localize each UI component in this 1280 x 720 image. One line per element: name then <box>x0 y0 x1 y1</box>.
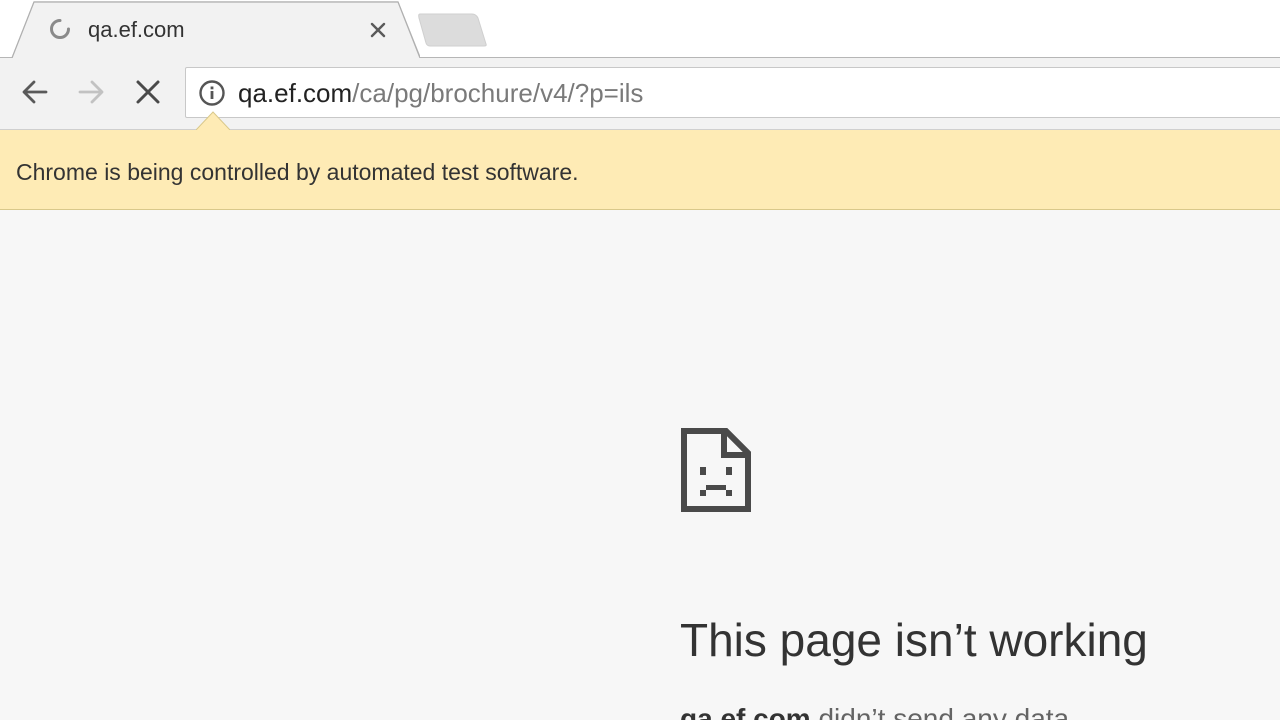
forward-button[interactable] <box>71 72 111 112</box>
back-button[interactable] <box>15 72 55 112</box>
error-detail-host: qa.ef.com <box>680 703 811 720</box>
url-text: qa.ef.com/ca/pg/brochure/v4/?p=ils <box>238 78 643 108</box>
tab-active[interactable]: qa.ef.com <box>30 2 408 58</box>
infobar-pointer <box>196 111 230 131</box>
tab-title: qa.ef.com <box>88 17 185 42</box>
address-bar[interactable]: qa.ef.com/ca/pg/brochure/v4/?p=ils <box>185 67 1280 118</box>
stop-button[interactable] <box>128 72 168 112</box>
url-path: /ca/pg/brochure/v4/?p=ils <box>352 78 644 108</box>
error-detail: qa.ef.com didn’t send any data. <box>680 702 1077 720</box>
infobar-message: Chrome is being controlled by automated … <box>16 159 579 185</box>
loading-spinner-icon <box>50 19 70 39</box>
tab-strip: qa.ef.com <box>0 0 1280 58</box>
error-title: This page isn’t working <box>680 614 1148 666</box>
arrow-forward-icon <box>78 80 104 104</box>
arrow-back-icon <box>22 80 48 104</box>
stop-icon <box>136 80 160 104</box>
automation-infobar: Chrome is being controlled by automated … <box>0 130 1280 210</box>
error-page: This page isn’t working qa.ef.com didn’t… <box>0 210 1280 720</box>
info-icon[interactable] <box>198 79 226 107</box>
new-tab-button[interactable] <box>416 12 488 48</box>
url-host: qa.ef.com <box>238 78 353 108</box>
close-icon[interactable] <box>367 19 389 41</box>
browser-window: qa.ef.com qa.ef.com/ca/pg/brochure/v4/?p… <box>0 0 1280 720</box>
toolbar: qa.ef.com/ca/pg/brochure/v4/?p=ils <box>0 58 1280 130</box>
sad-document-icon <box>681 428 751 512</box>
error-detail-text: didn’t send any data. <box>810 703 1077 720</box>
